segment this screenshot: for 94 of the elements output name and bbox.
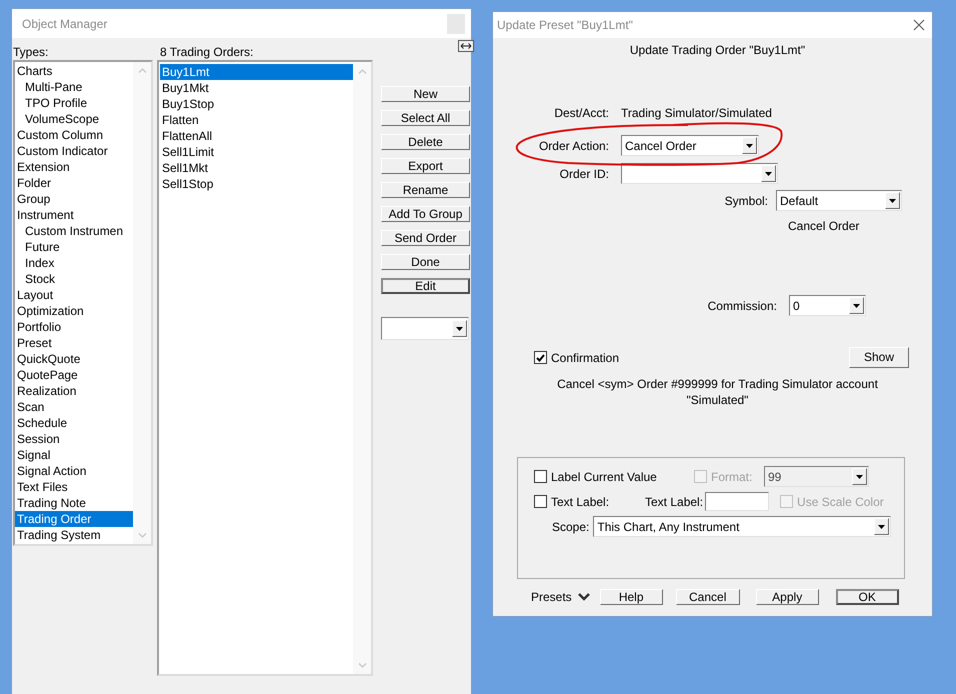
type-item[interactable]: Stock bbox=[15, 271, 133, 287]
action-button[interactable]: Done bbox=[381, 254, 470, 270]
caret-icon bbox=[853, 304, 860, 308]
type-item[interactable]: Signal Action bbox=[15, 463, 133, 479]
type-item[interactable]: Folder bbox=[15, 175, 133, 191]
type-item[interactable]: Schedule bbox=[15, 415, 133, 431]
order-item[interactable]: Sell1Limit bbox=[160, 144, 353, 160]
type-item[interactable]: Trading System bbox=[15, 527, 133, 543]
caret-icon bbox=[746, 144, 753, 148]
type-item[interactable]: VolumeScope bbox=[15, 111, 133, 127]
type-item[interactable]: Charts bbox=[15, 63, 133, 79]
action-button[interactable]: Rename bbox=[381, 182, 470, 198]
type-item[interactable]: Preset bbox=[15, 335, 133, 351]
caret-icon bbox=[856, 474, 863, 478]
order-item[interactable]: Sell1Stop bbox=[160, 176, 353, 192]
order-item[interactable]: Sell1Mkt bbox=[160, 160, 353, 176]
order-item[interactable]: Flatten bbox=[160, 112, 353, 128]
order-item[interactable]: Buy1Mkt bbox=[160, 80, 353, 96]
order-id-select[interactable] bbox=[621, 163, 778, 184]
checkbox[interactable] bbox=[534, 470, 547, 483]
scope-select[interactable]: This Chart, Any Instrument bbox=[593, 516, 892, 537]
field-label: Scope: bbox=[552, 520, 590, 534]
confirmation-message: "Simulated" bbox=[686, 392, 748, 408]
dialog-button[interactable]: OK bbox=[836, 589, 899, 605]
caret-icon bbox=[765, 172, 772, 176]
type-item[interactable]: Text Files bbox=[15, 479, 133, 495]
order-item[interactable]: Buy1Lmt bbox=[160, 64, 353, 80]
type-item[interactable]: QuotePage bbox=[15, 367, 133, 383]
orders-label: 8 Trading Orders: bbox=[159, 44, 254, 60]
type-item[interactable]: Scan bbox=[15, 399, 133, 415]
commission-select[interactable]: 0 bbox=[789, 295, 866, 316]
action-button[interactable]: Add To Group bbox=[381, 206, 470, 222]
type-item[interactable]: Layout bbox=[15, 287, 133, 303]
type-item[interactable]: QuickQuote bbox=[15, 351, 133, 367]
presets-label: Presets bbox=[531, 590, 572, 604]
action-button[interactable]: New bbox=[381, 86, 470, 102]
type-item[interactable]: Instrument bbox=[15, 207, 133, 223]
action-button[interactable]: Send Order bbox=[381, 230, 470, 246]
field-label: Text Label: bbox=[645, 494, 704, 508]
type-item[interactable]: Session bbox=[15, 431, 133, 447]
action-button[interactable]: Export bbox=[381, 158, 470, 174]
type-item[interactable]: Realization bbox=[15, 383, 133, 399]
checkbox[interactable] bbox=[534, 495, 547, 508]
text-label-field[interactable] bbox=[705, 492, 770, 511]
symbol-note: Cancel Order bbox=[788, 219, 860, 233]
type-item[interactable]: Future bbox=[15, 239, 133, 255]
chevron-down-icon[interactable] bbox=[578, 593, 590, 601]
show-button[interactable]: Show bbox=[849, 347, 909, 368]
type-item[interactable]: Signal bbox=[15, 447, 133, 463]
action-button[interactable]: Delete bbox=[381, 134, 470, 150]
confirmation-message: Cancel <sym> Order #999999 for Trading Simulator account bbox=[557, 376, 878, 392]
dialog-button[interactable]: Help bbox=[600, 589, 663, 605]
checkbox-label: Text Label: bbox=[551, 494, 610, 508]
close-icon[interactable] bbox=[912, 18, 926, 32]
order-item[interactable]: FlattenAll bbox=[160, 128, 353, 144]
checkbox-label: Confirmation bbox=[551, 350, 620, 364]
type-item[interactable]: Custom Instrumen bbox=[15, 223, 133, 239]
caret-icon bbox=[889, 198, 896, 202]
action-button[interactable]: Select All bbox=[381, 110, 470, 126]
type-item[interactable]: Custom Column bbox=[15, 127, 133, 143]
caret-icon bbox=[456, 326, 463, 330]
type-item[interactable]: Optimization bbox=[15, 303, 133, 319]
order-action-select[interactable]: Cancel Order bbox=[621, 135, 759, 156]
window-title: Update Preset "Buy1Lmt" bbox=[497, 18, 633, 32]
type-item[interactable]: Multi-Pane bbox=[15, 79, 133, 95]
field-label: Symbol: bbox=[724, 194, 768, 208]
checkbox-label: Format: bbox=[711, 470, 754, 484]
type-item[interactable]: TPO Profile bbox=[15, 95, 133, 111]
type-item[interactable]: Extension bbox=[15, 159, 133, 175]
dialog-heading: Update Trading Order "Buy1Lmt" bbox=[630, 43, 806, 57]
window-title: Object Manager bbox=[22, 16, 108, 30]
checkbox-label: Label Current Value bbox=[551, 470, 658, 484]
field-label: Commission: bbox=[706, 298, 777, 312]
type-item[interactable]: Trading Note bbox=[15, 495, 133, 511]
caret-icon bbox=[878, 524, 886, 528]
field-label: Order ID: bbox=[558, 166, 609, 180]
type-item[interactable]: Index bbox=[15, 255, 133, 271]
symbol-select[interactable]: Default bbox=[776, 190, 902, 211]
field-label: Dest/Acct: bbox=[553, 106, 609, 120]
type-item[interactable]: Custom Indicator bbox=[15, 143, 133, 159]
types-label: Types: bbox=[13, 44, 50, 60]
checkbox-label: Use Scale Color bbox=[797, 494, 884, 508]
checkbox[interactable] bbox=[534, 351, 547, 364]
type-item[interactable]: Trading Order bbox=[15, 511, 133, 527]
dialog-button[interactable]: Cancel bbox=[676, 589, 740, 605]
order-item[interactable]: Buy1Stop bbox=[160, 96, 353, 112]
type-item[interactable]: Group bbox=[15, 191, 133, 207]
field-label: Order Action: bbox=[538, 138, 609, 152]
type-item[interactable]: Portfolio bbox=[15, 319, 133, 335]
expand-icon[interactable] bbox=[458, 40, 474, 52]
action-button[interactable]: Edit bbox=[381, 278, 470, 294]
dest-value: Trading Simulator/Simulated bbox=[621, 106, 772, 120]
dialog-button[interactable]: Apply bbox=[756, 589, 819, 605]
dropdown[interactable] bbox=[381, 317, 469, 340]
